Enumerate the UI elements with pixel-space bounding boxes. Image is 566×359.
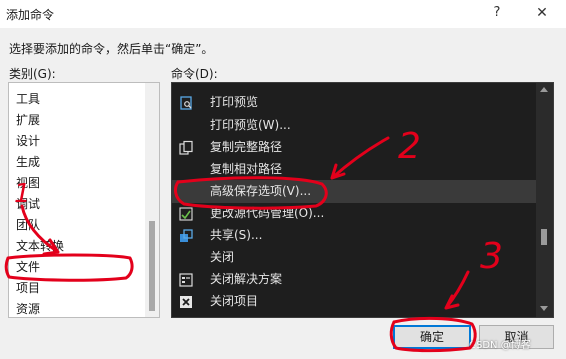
categories-list[interactable]: 工具 扩展 设计 生成 视图 调试 团队 文本转换 文件 项目 资源 (8, 82, 160, 318)
command-label: 高级保存选项(V)... (210, 184, 312, 198)
command-label: 复制完整路径 (210, 140, 283, 154)
category-item[interactable]: 设计 (16, 131, 40, 152)
instruction-text: 选择要添加的命令，然后单击“确定”。 (9, 42, 214, 56)
close-button[interactable]: ✕ (530, 2, 554, 24)
category-item[interactable]: 扩展 (16, 110, 40, 131)
command-label: 共享(S)... (210, 228, 263, 242)
close-project-icon (180, 296, 192, 308)
watermark: CSDN @博客 (469, 340, 531, 351)
category-item[interactable]: 生成 (16, 152, 40, 173)
copy-icon (179, 140, 193, 155)
category-item[interactable]: 视图 (16, 173, 40, 194)
help-button[interactable]: ? (486, 2, 508, 24)
scroll-up-arrow-icon[interactable] (540, 87, 548, 92)
category-item[interactable]: 文本转换 (16, 236, 64, 257)
close-solution-icon (179, 273, 193, 287)
categories-scrollbar[interactable] (145, 83, 159, 317)
command-item[interactable]: 关闭解决方案 (172, 268, 538, 291)
print-preview-icon (180, 96, 192, 110)
category-item[interactable]: 工具 (16, 89, 40, 110)
command-label: 关闭项目 (210, 294, 259, 308)
commands-list[interactable]: 打印预览 打印预览(W)... 复制完整路径 复制相对路径 高级保存选项(V).… (171, 82, 554, 318)
command-item[interactable]: 关闭项目 (172, 290, 538, 313)
source-control-icon (179, 207, 193, 221)
command-item[interactable]: 关闭 (172, 246, 538, 269)
commands-scroll-thumb[interactable] (541, 229, 547, 245)
commands-scrollbar[interactable] (536, 83, 553, 317)
command-label: 关闭 (210, 250, 235, 264)
command-label: 更改源代码管理(O)... (210, 206, 325, 220)
scroll-down-arrow-icon[interactable] (540, 306, 548, 311)
command-label: 打印预览 (210, 95, 259, 109)
command-item[interactable]: 更改源代码管理(O)... (172, 202, 538, 225)
category-item[interactable]: 调试 (16, 194, 40, 215)
category-item[interactable]: 团队 (16, 215, 40, 236)
category-item-selected[interactable]: 文件 (16, 257, 40, 278)
categories-scroll-thumb[interactable] (149, 221, 155, 311)
command-item[interactable]: 打印预览 (172, 91, 538, 114)
dialog-title: 添加命令 (6, 8, 55, 22)
command-item-selected[interactable]: 高级保存选项(V)... (172, 180, 538, 203)
command-item[interactable]: 复制完整路径 (172, 136, 538, 159)
commands-label: 命令(D): (171, 67, 218, 81)
category-item[interactable]: 资源 (16, 299, 40, 317)
command-item[interactable]: 复制相对路径 (172, 158, 538, 181)
command-item[interactable]: 共享(S)... (172, 224, 538, 247)
category-item[interactable]: 项目 (16, 278, 40, 299)
categories-label: 类别(G): (9, 67, 56, 81)
command-label: 关闭解决方案 (210, 272, 283, 286)
title-bar: 添加命令 ? ✕ (0, 0, 566, 28)
command-label: 复制相对路径 (210, 162, 283, 176)
share-icon (180, 229, 193, 242)
command-label: 打印预览(W)... (210, 118, 291, 132)
ok-button[interactable]: 确定 (393, 325, 471, 349)
command-item[interactable]: 打印预览(W)... (172, 114, 538, 137)
